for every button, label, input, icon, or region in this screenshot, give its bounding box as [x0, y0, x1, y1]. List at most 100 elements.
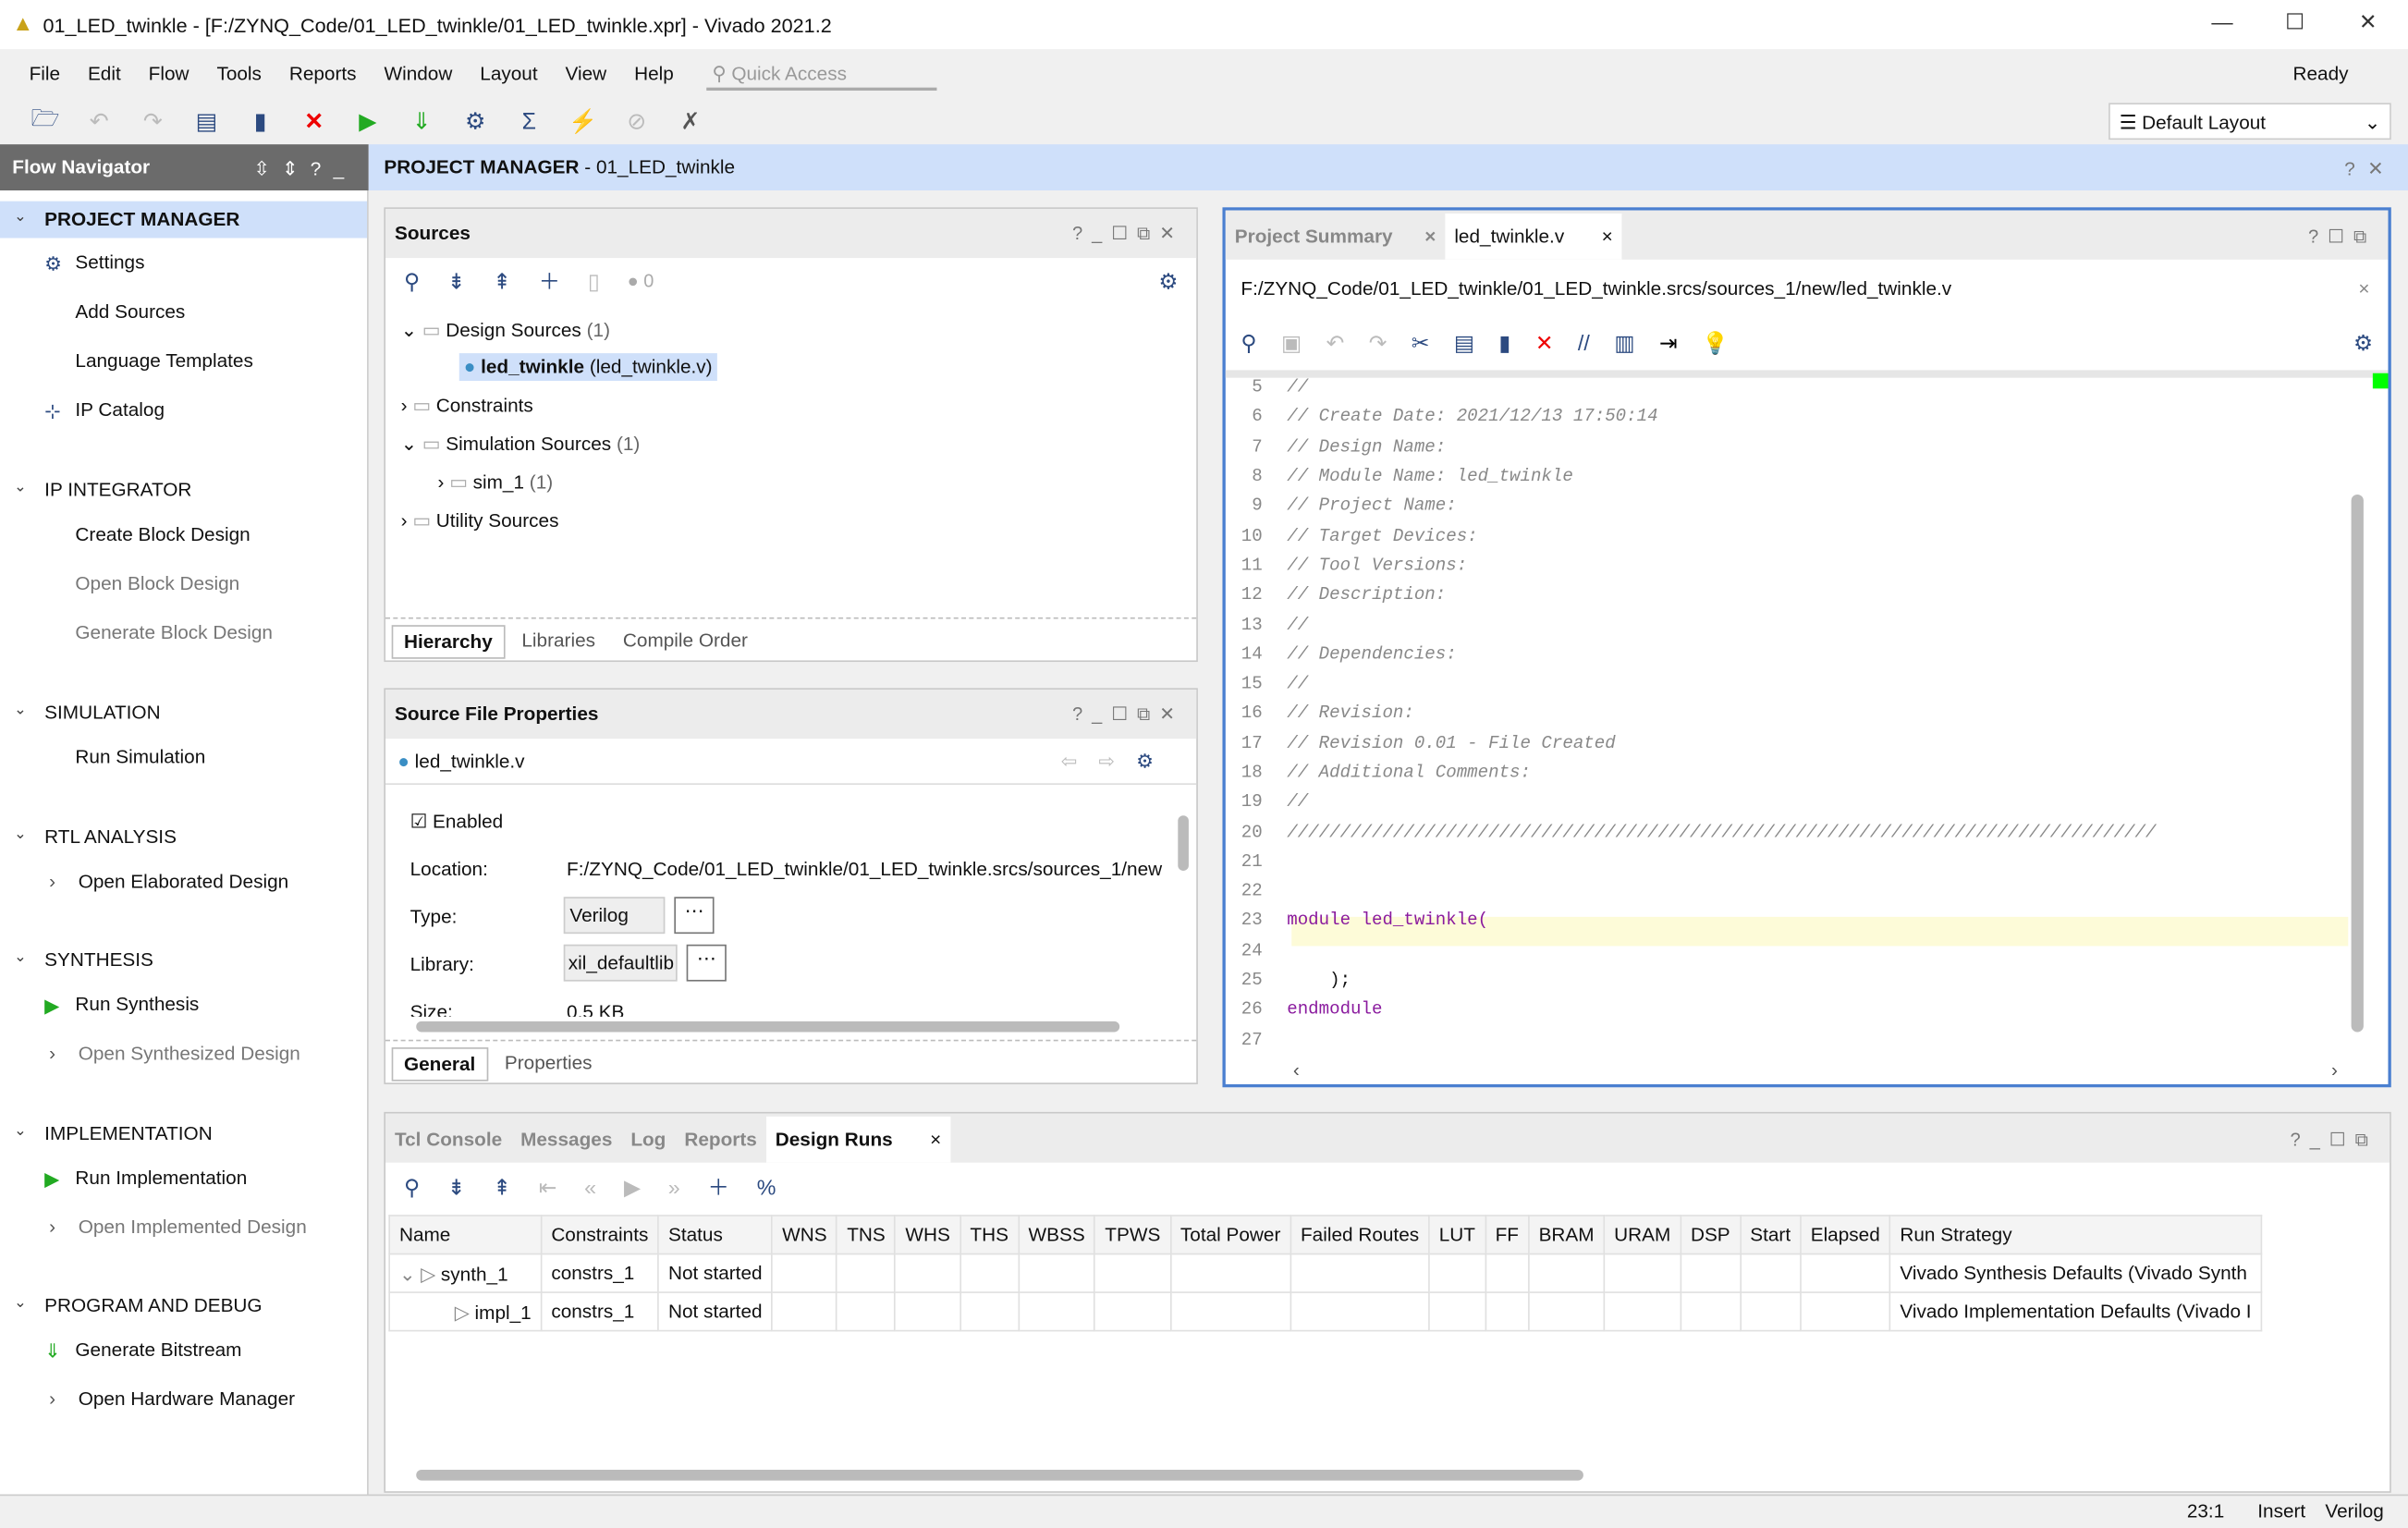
- column-header[interactable]: DSP: [1680, 1215, 1742, 1255]
- delete-icon[interactable]: ✕: [1535, 330, 1553, 356]
- column-header[interactable]: URAM: [1603, 1215, 1681, 1255]
- tab-led-twinkle[interactable]: led_twinkle.v ×: [1445, 213, 1622, 260]
- section-simulation[interactable]: SIMULATION: [44, 702, 160, 723]
- properties-icon[interactable]: ▯: [588, 268, 600, 294]
- column-header[interactable]: Constraints: [540, 1215, 660, 1255]
- vertical-scrollbar[interactable]: [1178, 815, 1189, 872]
- collapse-all-icon[interactable]: ⇟: [447, 268, 465, 294]
- column-header[interactable]: Elapsed: [1800, 1215, 1891, 1255]
- column-header[interactable]: Status: [657, 1215, 774, 1255]
- columns-icon[interactable]: ▥: [1614, 330, 1634, 356]
- tab-log[interactable]: Log: [621, 1117, 675, 1163]
- section-synthesis[interactable]: SYNTHESIS: [44, 949, 153, 971]
- chevron-down-icon[interactable]: ⌄: [14, 479, 27, 495]
- column-header[interactable]: LUT: [1428, 1215, 1486, 1255]
- chevron-down-icon[interactable]: ⌄: [14, 949, 27, 966]
- nav-item-run-implementation[interactable]: Run Implementation: [75, 1167, 247, 1189]
- nav-item-open-block-design[interactable]: Open Block Design: [75, 573, 239, 594]
- nav-item-ip-catalog[interactable]: IP Catalog: [75, 399, 165, 421]
- disabled-tool-2-icon[interactable]: ⊘: [610, 107, 664, 135]
- tab-design-runs[interactable]: Design Runs ×: [765, 1116, 951, 1163]
- disconnect-icon[interactable]: ✗: [664, 107, 717, 135]
- scroll-right-icon[interactable]: ›: [2331, 1059, 2338, 1081]
- run-icon[interactable]: ▶: [341, 107, 395, 135]
- tab-project-summary[interactable]: Project Summary ×: [1226, 214, 1446, 260]
- table-row[interactable]: ▷ impl_1 constrs_1 Not started Vivado Imple…: [388, 1291, 2263, 1332]
- close-tab-icon[interactable]: ×: [930, 1129, 941, 1150]
- expand-all-icon[interactable]: ⇞: [493, 1174, 510, 1200]
- menu-tools[interactable]: Tools: [216, 63, 261, 84]
- panel-controls-icon[interactable]: ⇳⇕?_: [253, 156, 356, 179]
- nav-item-run-simulation[interactable]: Run Simulation: [75, 746, 205, 767]
- redo-icon[interactable]: ↷: [126, 107, 179, 135]
- previous-icon[interactable]: «: [584, 1175, 596, 1200]
- comment-icon[interactable]: //: [1578, 330, 1590, 356]
- chevron-down-icon[interactable]: ⌄: [14, 209, 27, 226]
- column-header[interactable]: TPWS: [1094, 1215, 1171, 1255]
- search-icon[interactable]: ⚲: [1241, 330, 1256, 356]
- close-window-button[interactable]: ✕: [2359, 9, 2377, 35]
- menu-layout[interactable]: Layout: [480, 63, 537, 84]
- chevron-down-icon[interactable]: ⌄: [14, 702, 27, 718]
- tab-tcl-console[interactable]: Tcl Console: [385, 1117, 511, 1163]
- menu-edit[interactable]: Edit: [88, 63, 121, 84]
- indent-icon[interactable]: ⇥: [1659, 330, 1677, 356]
- tree-design-sources[interactable]: ⌄ ▭ Design Sources (1): [401, 318, 610, 341]
- minimize-button[interactable]: —: [2211, 9, 2232, 34]
- chevron-down-icon[interactable]: ⌄: [14, 1122, 27, 1139]
- expand-all-icon[interactable]: ⇞: [493, 268, 510, 294]
- vertical-scrollbar[interactable]: [2351, 494, 2364, 1033]
- nav-item-generate-block-design[interactable]: Generate Block Design: [75, 622, 273, 643]
- expand-icon[interactable]: ⌄ ▷: [399, 1264, 441, 1285]
- nav-item-create-block-design[interactable]: Create Block Design: [75, 524, 250, 545]
- quick-access-input[interactable]: ⚲ Quick Access: [705, 57, 936, 91]
- close-path-icon[interactable]: ×: [2358, 278, 2369, 299]
- tree-simulation-sources[interactable]: ⌄ ▭ Simulation Sources (1): [401, 432, 641, 455]
- close-tab-icon[interactable]: ×: [1424, 226, 1436, 247]
- redo-icon[interactable]: ↷: [1369, 330, 1387, 356]
- add-icon[interactable]: ＋: [539, 265, 560, 296]
- undo-icon[interactable]: ↶: [72, 107, 126, 135]
- add-icon[interactable]: ＋: [708, 1172, 729, 1203]
- column-header[interactable]: Total Power: [1169, 1215, 1292, 1255]
- code-editor[interactable]: 5 // 6 // Create Date: 2021/12/13 17:50:14 7…: [1228, 373, 2350, 1055]
- delete-icon[interactable]: ✕: [287, 107, 341, 135]
- nav-item-language-templates[interactable]: Language Templates: [75, 350, 252, 372]
- tab-reports[interactable]: Reports: [675, 1117, 765, 1163]
- copy-icon[interactable]: ▤: [179, 107, 233, 135]
- tab-libraries[interactable]: Libraries: [511, 625, 606, 659]
- paste-icon[interactable]: ▮: [234, 107, 287, 135]
- nav-item-open-implemented-design[interactable]: Open Implemented Design: [79, 1216, 307, 1238]
- section-ip-integrator[interactable]: IP INTEGRATOR: [44, 479, 191, 500]
- nav-item-settings[interactable]: Settings: [75, 251, 144, 273]
- column-header[interactable]: WNS: [771, 1215, 838, 1255]
- disabled-tool-icon[interactable]: ⚡: [556, 107, 609, 135]
- chevron-right-icon[interactable]: ›: [49, 871, 55, 892]
- menu-view[interactable]: View: [566, 63, 607, 84]
- settings-icon[interactable]: ⚙: [448, 107, 502, 135]
- open-project-icon[interactable]: 🗁: [18, 102, 72, 141]
- tab-hierarchy[interactable]: Hierarchy: [391, 625, 506, 659]
- nav-item-add-sources[interactable]: Add Sources: [75, 301, 185, 323]
- column-header[interactable]: THS: [959, 1215, 1020, 1255]
- cut-icon[interactable]: ✂: [1412, 330, 1429, 356]
- section-program-and-debug[interactable]: PROGRAM AND DEBUG: [44, 1295, 262, 1316]
- chevron-right-icon[interactable]: ›: [49, 1388, 55, 1410]
- column-header[interactable]: TNS: [836, 1215, 897, 1255]
- menu-reports[interactable]: Reports: [289, 63, 357, 84]
- undo-icon[interactable]: ↶: [1326, 330, 1344, 356]
- panel-controls-icon[interactable]: ?_☐⧉✕: [1072, 223, 1184, 246]
- section-rtl-analysis[interactable]: RTL ANALYSIS: [44, 826, 177, 848]
- first-icon[interactable]: ⇤: [539, 1174, 556, 1200]
- menu-flow[interactable]: Flow: [149, 63, 189, 84]
- tab-messages[interactable]: Messages: [511, 1117, 621, 1163]
- paste-icon[interactable]: ▮: [1498, 330, 1510, 356]
- tab-properties[interactable]: Properties: [494, 1047, 603, 1082]
- percent-icon[interactable]: %: [757, 1175, 776, 1200]
- panel-controls-icon[interactable]: ?_☐⧉: [2291, 1129, 2377, 1152]
- scroll-left-icon[interactable]: ‹: [1293, 1059, 1300, 1081]
- section-project-manager[interactable]: PROJECT MANAGER: [0, 201, 368, 238]
- menu-file[interactable]: File: [30, 63, 60, 84]
- horizontal-scrollbar[interactable]: [416, 1021, 1120, 1033]
- library-more-button[interactable]: ⋯: [686, 944, 727, 982]
